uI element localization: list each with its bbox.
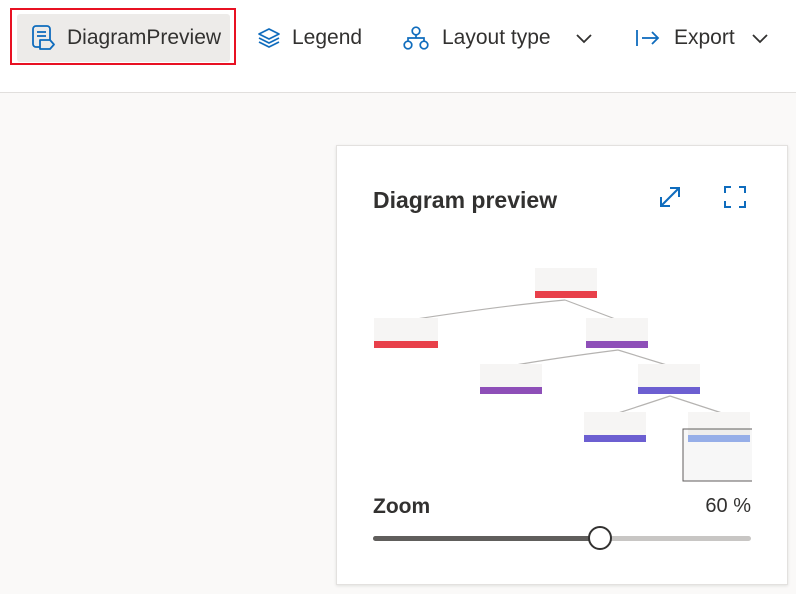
- chevron-down-icon: [751, 32, 769, 44]
- layout-type-label: Layout type: [442, 26, 551, 49]
- slider-thumb[interactable]: [587, 526, 612, 550]
- diagram-thumbnail[interactable]: [370, 258, 752, 483]
- diagram-node: [586, 318, 648, 348]
- diagram-preview-button[interactable]: DiagramPreview: [17, 14, 230, 62]
- export-dropdown[interactable]: Export: [635, 14, 769, 62]
- diagram-node: [480, 364, 542, 394]
- expand-diagonal-icon: [657, 184, 683, 215]
- layers-icon: [257, 26, 281, 50]
- diagram-node: [584, 412, 646, 442]
- zoom-label: Zoom: [373, 495, 431, 518]
- export-arrow-icon: [635, 27, 661, 49]
- layout-type-dropdown[interactable]: Layout type: [403, 14, 593, 62]
- diagram-node: [638, 364, 700, 394]
- fullscreen-icon: [722, 184, 748, 215]
- zoom-slider[interactable]: [373, 526, 751, 550]
- diagram-preview-label: DiagramPreview: [67, 26, 222, 49]
- diagram-node: [374, 318, 438, 348]
- panel-title: Diagram preview: [373, 187, 558, 213]
- org-chart-icon: [403, 25, 429, 51]
- slider-fill: [373, 536, 600, 541]
- diagram-preview-panel: Diagram preview Zoom 60 %: [336, 145, 788, 585]
- legend-label: Legend: [292, 26, 363, 49]
- fullscreen-button[interactable]: [720, 184, 750, 214]
- zoom-value: 60 %: [705, 495, 751, 517]
- diagram-preview-icon: [30, 24, 56, 52]
- diagram-node: [535, 268, 597, 298]
- export-label: Export: [674, 26, 735, 49]
- chevron-down-icon: [575, 32, 593, 44]
- toolbar: DiagramPreview Legend Layout type Export: [0, 0, 796, 93]
- viewport-indicator[interactable]: [682, 428, 752, 482]
- expand-button[interactable]: [655, 184, 685, 214]
- legend-button[interactable]: Legend: [257, 14, 362, 62]
